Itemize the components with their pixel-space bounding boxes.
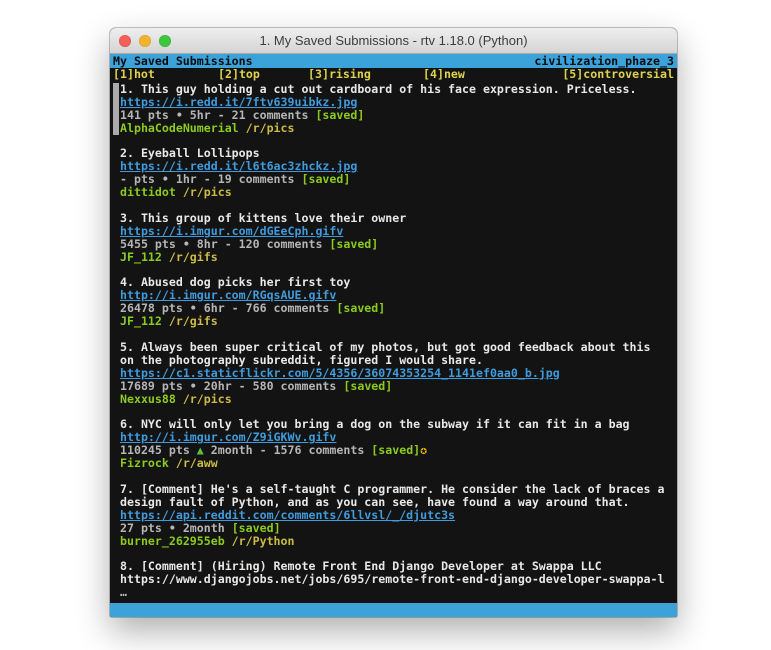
tab-rising[interactable]: [3]rising bbox=[308, 68, 371, 81]
submission-byline: dittidot/r/pics bbox=[120, 186, 674, 199]
submission-subreddit[interactable]: /r/gifs bbox=[169, 314, 218, 328]
submission-item[interactable]: 3. This group of kittens love their owne… bbox=[113, 212, 674, 264]
submission-score: 17689 pts • 20hr - 580 comments bbox=[120, 379, 343, 393]
submission-title: 3. This group of kittens love their owne… bbox=[120, 212, 674, 225]
submission-item[interactable]: 8. [Comment] (Hiring) Remote Front End D… bbox=[113, 560, 674, 599]
tab-hot[interactable]: [1]hot bbox=[113, 68, 155, 81]
submission-byline: burner_262955eb/r/Python bbox=[120, 535, 674, 548]
submission-item[interactable]: 4. Abused dog picks her first toy http:/… bbox=[113, 276, 674, 328]
saved-badge: [saved] bbox=[336, 301, 385, 315]
submission-byline: AlphaCodeNumerial/r/pics bbox=[120, 122, 674, 135]
window-titlebar[interactable]: 1. My Saved Submissions - rtv 1.18.0 (Py… bbox=[110, 28, 677, 54]
status-bar: [?]Help [q]Quit [l]Comments [/]Prompt [u… bbox=[110, 603, 677, 617]
submission-author[interactable]: burner_262955eb bbox=[120, 534, 225, 548]
submission-item[interactable]: 1. This guy holding a cut out cardboard … bbox=[113, 83, 674, 135]
traffic-lights bbox=[119, 28, 171, 53]
submission-byline: JF_112/r/gifs bbox=[120, 251, 674, 264]
zoom-button[interactable] bbox=[159, 35, 171, 47]
submission-meta-row: 17689 pts • 20hr - 580 comments [saved] bbox=[120, 380, 674, 393]
submission-score: 5455 pts • 8hr - 120 comments bbox=[120, 237, 329, 251]
submission-author[interactable]: Nexxus88 bbox=[120, 392, 176, 406]
submission-score: - pts • 1hr - 19 comments bbox=[120, 172, 301, 186]
tab-controversial[interactable]: [5]controversial bbox=[562, 68, 674, 81]
submission-byline: Fizrock/r/aww bbox=[120, 457, 674, 470]
window-title: 1. My Saved Submissions - rtv 1.18.0 (Py… bbox=[259, 33, 527, 48]
submission-item[interactable]: 6. NYC will only let you bring a dog on … bbox=[113, 418, 674, 470]
saved-badge: [saved] bbox=[315, 108, 364, 122]
submission-score: 141 pts • 5hr - 21 comments bbox=[120, 108, 315, 122]
submission-score: 26478 pts • 6hr - 766 comments bbox=[120, 301, 336, 315]
terminal-content: My Saved Submissions civilization_phaze_… bbox=[110, 54, 677, 617]
submission-byline: JF_112/r/gifs bbox=[120, 315, 674, 328]
saved-badge: [saved] bbox=[232, 521, 281, 535]
saved-badge: [saved] bbox=[343, 379, 392, 393]
tab-new[interactable]: [4]new bbox=[423, 68, 465, 81]
submission-title: 1. This guy holding a cut out cardboard … bbox=[120, 83, 674, 96]
submission-byline: Nexxus88/r/pics bbox=[120, 393, 674, 406]
submission-item[interactable]: 5. Always been super critical of my phot… bbox=[113, 341, 674, 406]
submission-author[interactable]: JF_112 bbox=[120, 250, 162, 264]
upvote-arrow-icon: ▲ bbox=[197, 443, 204, 457]
truncation-ellipsis: … bbox=[120, 586, 674, 599]
submission-subreddit[interactable]: /r/pics bbox=[183, 185, 232, 199]
page-title: My Saved Submissions bbox=[113, 54, 253, 68]
submission-score: 110245 pts bbox=[120, 443, 197, 457]
submission-list: 1. This guy holding a cut out cardboard … bbox=[110, 81, 677, 599]
submission-age-comments: 2month - 1576 comments bbox=[204, 443, 372, 457]
logged-in-username: civilization_phaze_3 bbox=[534, 54, 674, 68]
submission-subreddit[interactable]: /r/pics bbox=[246, 121, 295, 135]
submission-author[interactable]: JF_112 bbox=[120, 314, 162, 328]
saved-badge: [saved] bbox=[329, 237, 378, 251]
tab-top[interactable]: [2]top bbox=[218, 68, 260, 81]
submission-subreddit[interactable]: /r/gifs bbox=[169, 250, 218, 264]
sort-tabs: [1]hot [2]top [3]rising [4]new [5]contro… bbox=[110, 68, 677, 81]
submission-item[interactable]: 7. [Comment] He's a self-taught C progra… bbox=[113, 483, 674, 548]
submission-subreddit[interactable]: /r/Python bbox=[232, 534, 295, 548]
saved-badge: [saved] bbox=[301, 172, 350, 186]
header-bar: My Saved Submissions civilization_phaze_… bbox=[110, 54, 677, 68]
submission-title: 7. [Comment] He's a self-taught C progra… bbox=[120, 483, 674, 509]
minimize-button[interactable] bbox=[139, 35, 151, 47]
submission-score: 27 pts • 2month bbox=[120, 521, 232, 535]
submission-item[interactable]: 2. Eyeball Lollipops https://i.redd.it/l… bbox=[113, 147, 674, 199]
submission-title: 5. Always been super critical of my phot… bbox=[120, 341, 674, 367]
submission-author[interactable]: dittidot bbox=[120, 185, 176, 199]
submission-meta-row: 5455 pts • 8hr - 120 comments [saved] bbox=[120, 238, 674, 251]
saved-badge: [saved] bbox=[371, 443, 420, 457]
submission-author[interactable]: Fizrock bbox=[120, 456, 169, 470]
submission-subreddit[interactable]: /r/aww bbox=[176, 456, 218, 470]
close-button[interactable] bbox=[119, 35, 131, 47]
terminal-window: 1. My Saved Submissions - rtv 1.18.0 (Py… bbox=[110, 28, 677, 617]
submission-title: 8. [Comment] (Hiring) Remote Front End D… bbox=[120, 560, 674, 586]
submission-author[interactable]: AlphaCodeNumerial bbox=[120, 121, 239, 135]
submission-subreddit[interactable]: /r/pics bbox=[183, 392, 232, 406]
selection-cursor-icon bbox=[113, 83, 119, 135]
gilded-icon: ✪ bbox=[420, 443, 427, 457]
